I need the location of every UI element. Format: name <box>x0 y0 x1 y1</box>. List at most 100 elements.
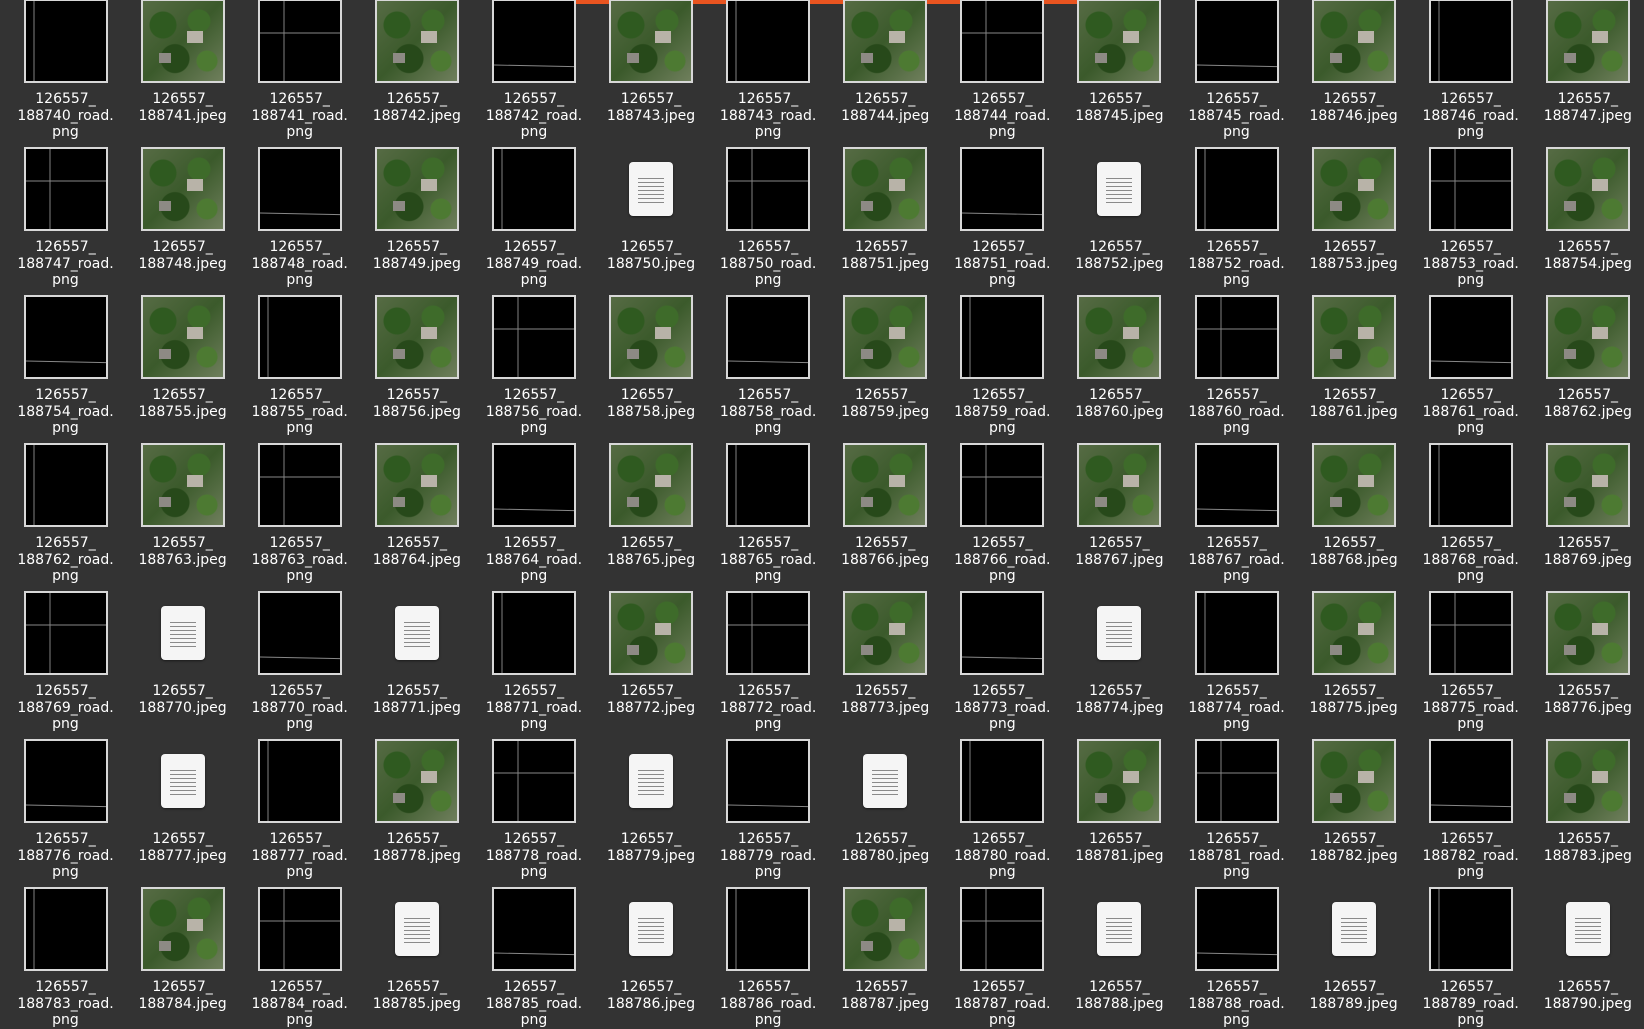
file-item[interactable]: 126557_ 188778.jpeg <box>358 729 475 877</box>
file-item[interactable]: 126557_ 188743_road. png <box>710 0 827 140</box>
file-item[interactable]: 126557_ 188744.jpeg <box>827 0 944 137</box>
file-item[interactable]: 126557_ 188790.jpeg <box>1529 877 1644 1025</box>
file-item[interactable]: 126557_ 188744_road. png <box>944 0 1061 140</box>
file-item[interactable]: 126557_ 188753_road. png <box>1412 137 1529 288</box>
file-item[interactable]: 126557_ 188745.jpeg <box>1061 0 1178 137</box>
file-item[interactable]: 126557_ 188760_road. png <box>1178 285 1295 436</box>
file-item[interactable]: 126557_ 188764.jpeg <box>358 433 475 581</box>
file-item[interactable]: 126557_ 188768_road. png <box>1412 433 1529 584</box>
file-item[interactable]: 126557_ 188771.jpeg <box>358 581 475 729</box>
file-item[interactable]: 126557_ 188785_road. png <box>475 877 592 1028</box>
file-item[interactable]: 126557_ 188788_road. png <box>1178 877 1295 1028</box>
file-item[interactable]: 126557_ 188786.jpeg <box>593 877 710 1025</box>
file-item[interactable]: 126557_ 188788.jpeg <box>1061 877 1178 1025</box>
file-item[interactable]: 126557_ 188784_road. png <box>241 877 358 1028</box>
file-item[interactable]: 126557_ 188773.jpeg <box>827 581 944 729</box>
file-item[interactable]: 126557_ 188742.jpeg <box>358 0 475 137</box>
file-item[interactable]: 126557_ 188774.jpeg <box>1061 581 1178 729</box>
file-item[interactable]: 126557_ 188781.jpeg <box>1061 729 1178 877</box>
file-item[interactable]: 126557_ 188743.jpeg <box>593 0 710 137</box>
file-item[interactable]: 126557_ 188778_road. png <box>475 729 592 880</box>
file-item[interactable]: 126557_ 188783_road. png <box>7 877 124 1028</box>
file-item[interactable]: 126557_ 188745_road. png <box>1178 0 1295 140</box>
file-item[interactable]: 126557_ 188770_road. png <box>241 581 358 732</box>
file-item[interactable]: 126557_ 188750.jpeg <box>593 137 710 285</box>
file-item[interactable]: 126557_ 188773_road. png <box>944 581 1061 732</box>
file-grid-row: 126557_ 188783_road. png 126557_ 188784.j… <box>0 877 1644 1028</box>
file-item[interactable]: 126557_ 188756.jpeg <box>358 285 475 433</box>
file-item[interactable]: 126557_ 188748_road. png <box>241 137 358 288</box>
file-item[interactable]: 126557_ 188774_road. png <box>1178 581 1295 732</box>
file-item[interactable]: 126557_ 188761.jpeg <box>1295 285 1412 433</box>
file-item[interactable]: 126557_ 188753.jpeg <box>1295 137 1412 285</box>
file-item[interactable]: 126557_ 188762.jpeg <box>1529 285 1644 433</box>
file-item[interactable]: 126557_ 188780.jpeg <box>827 729 944 877</box>
file-item[interactable]: 126557_ 188784.jpeg <box>124 877 241 1025</box>
file-item[interactable]: 126557_ 188762_road. png <box>7 433 124 584</box>
file-item[interactable]: 126557_ 188776_road. png <box>7 729 124 880</box>
file-item[interactable]: 126557_ 188754.jpeg <box>1529 137 1644 285</box>
file-item[interactable]: 126557_ 188756_road. png <box>475 285 592 436</box>
file-item[interactable]: 126557_ 188741_road. png <box>241 0 358 140</box>
file-item[interactable]: 126557_ 188746_road. png <box>1412 0 1529 140</box>
file-item[interactable]: 126557_ 188769.jpeg <box>1529 433 1644 581</box>
file-item[interactable]: 126557_ 188751_road. png <box>944 137 1061 288</box>
file-item[interactable]: 126557_ 188751.jpeg <box>827 137 944 285</box>
file-item[interactable]: 126557_ 188764_road. png <box>475 433 592 584</box>
file-item[interactable]: 126557_ 188754_road. png <box>7 285 124 436</box>
file-item[interactable]: 126557_ 188787_road. png <box>944 877 1061 1028</box>
file-item[interactable]: 126557_ 188776.jpeg <box>1529 581 1644 729</box>
file-item[interactable]: 126557_ 188740_road. png <box>7 0 124 140</box>
file-item[interactable]: 126557_ 188742_road. png <box>475 0 592 140</box>
file-item[interactable]: 126557_ 188763.jpeg <box>124 433 241 581</box>
file-item[interactable]: 126557_ 188759_road. png <box>944 285 1061 436</box>
file-item[interactable]: 126557_ 188763_road. png <box>241 433 358 584</box>
file-item[interactable]: 126557_ 188767_road. png <box>1178 433 1295 584</box>
file-item[interactable]: 126557_ 188779.jpeg <box>593 729 710 877</box>
file-item[interactable]: 126557_ 188760.jpeg <box>1061 285 1178 433</box>
file-item[interactable]: 126557_ 188752.jpeg <box>1061 137 1178 285</box>
file-item[interactable]: 126557_ 188750_road. png <box>710 137 827 288</box>
file-item[interactable]: 126557_ 188779_road. png <box>710 729 827 880</box>
file-item[interactable]: 126557_ 188741.jpeg <box>124 0 241 137</box>
file-item[interactable]: 126557_ 188766.jpeg <box>827 433 944 581</box>
file-item[interactable]: 126557_ 188767.jpeg <box>1061 433 1178 581</box>
file-item[interactable]: 126557_ 188772_road. png <box>710 581 827 732</box>
file-item[interactable]: 126557_ 188783.jpeg <box>1529 729 1644 877</box>
file-item[interactable]: 126557_ 188789.jpeg <box>1295 877 1412 1025</box>
file-item[interactable]: 126557_ 188789_road. png <box>1412 877 1529 1028</box>
file-item[interactable]: 126557_ 188771_road. png <box>475 581 592 732</box>
file-grid-row: 126557_ 188754_road. png 126557_ 188755.j… <box>0 285 1644 436</box>
file-item[interactable]: 126557_ 188765.jpeg <box>593 433 710 581</box>
file-item[interactable]: 126557_ 188782.jpeg <box>1295 729 1412 877</box>
file-item[interactable]: 126557_ 188746.jpeg <box>1295 0 1412 137</box>
file-item[interactable]: 126557_ 188772.jpeg <box>593 581 710 729</box>
file-item[interactable]: 126557_ 188747.jpeg <box>1529 0 1644 137</box>
file-item[interactable]: 126557_ 188780_road. png <box>944 729 1061 880</box>
file-item[interactable]: 126557_ 188770.jpeg <box>124 581 241 729</box>
file-item[interactable]: 126557_ 188768.jpeg <box>1295 433 1412 581</box>
file-item[interactable]: 126557_ 188775.jpeg <box>1295 581 1412 729</box>
file-item[interactable]: 126557_ 188766_road. png <box>944 433 1061 584</box>
file-item[interactable]: 126557_ 188765_road. png <box>710 433 827 584</box>
file-item[interactable]: 126557_ 188755_road. png <box>241 285 358 436</box>
file-item[interactable]: 126557_ 188786_road. png <box>710 877 827 1028</box>
file-item[interactable]: 126557_ 188755.jpeg <box>124 285 241 433</box>
file-item[interactable]: 126557_ 188777_road. png <box>241 729 358 880</box>
file-item[interactable]: 126557_ 188759.jpeg <box>827 285 944 433</box>
file-item[interactable]: 126557_ 188787.jpeg <box>827 877 944 1025</box>
file-item[interactable]: 126557_ 188747_road. png <box>7 137 124 288</box>
file-item[interactable]: 126557_ 188749.jpeg <box>358 137 475 285</box>
file-item[interactable]: 126557_ 188752_road. png <box>1178 137 1295 288</box>
file-item[interactable]: 126557_ 188769_road. png <box>7 581 124 732</box>
file-item[interactable]: 126557_ 188758.jpeg <box>593 285 710 433</box>
file-item[interactable]: 126557_ 188748.jpeg <box>124 137 241 285</box>
file-item[interactable]: 126557_ 188781_road. png <box>1178 729 1295 880</box>
file-item[interactable]: 126557_ 188749_road. png <box>475 137 592 288</box>
file-item[interactable]: 126557_ 188782_road. png <box>1412 729 1529 880</box>
file-item[interactable]: 126557_ 188785.jpeg <box>358 877 475 1025</box>
file-item[interactable]: 126557_ 188775_road. png <box>1412 581 1529 732</box>
file-item[interactable]: 126557_ 188777.jpeg <box>124 729 241 877</box>
file-item[interactable]: 126557_ 188758_road. png <box>710 285 827 436</box>
file-item[interactable]: 126557_ 188761_road. png <box>1412 285 1529 436</box>
